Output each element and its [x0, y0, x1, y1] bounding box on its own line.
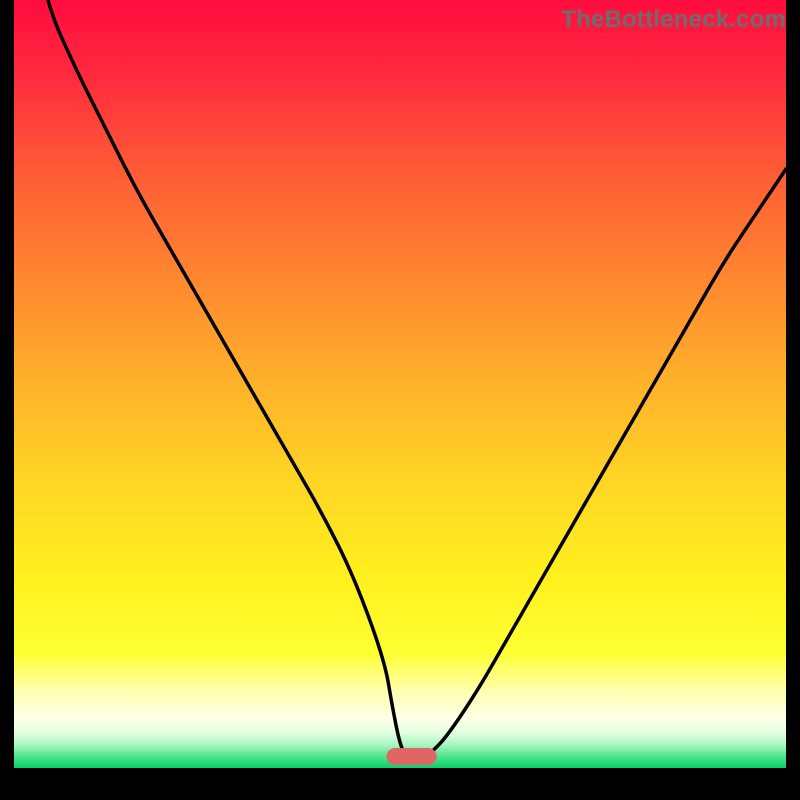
bottleneck-chart	[14, 0, 786, 768]
watermark-text: TheBottleneck.com	[561, 6, 786, 34]
